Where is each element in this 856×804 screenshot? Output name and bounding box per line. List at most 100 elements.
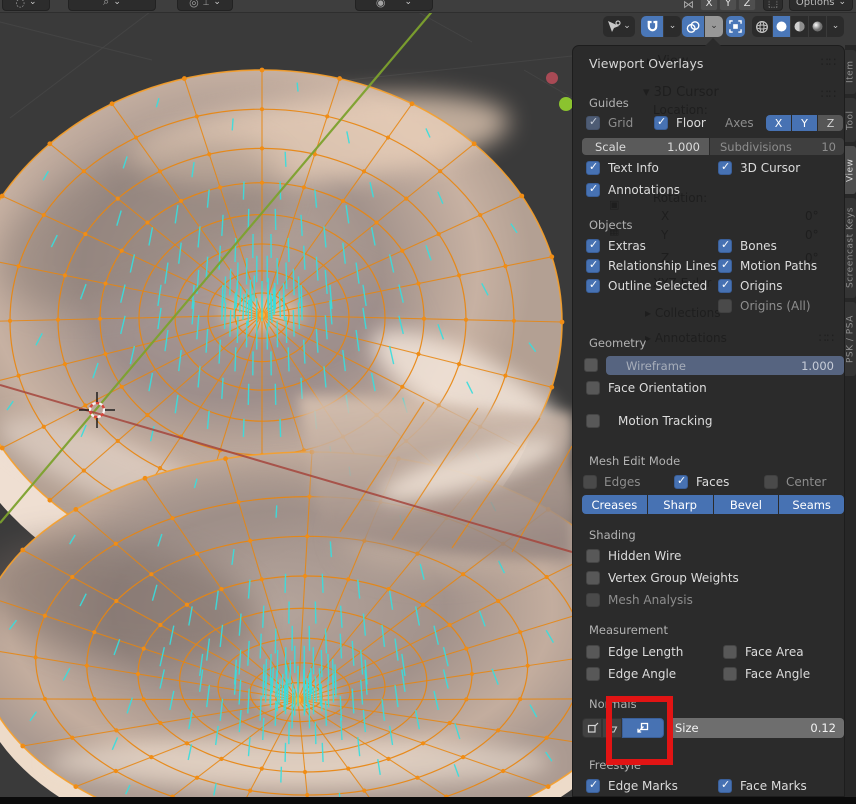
relationship-lines-checkbox[interactable] (586, 259, 600, 273)
solid-shading-button[interactable] (773, 16, 790, 37)
sidebar-tab-strip: Item Tool View Screencast Keys PSK / PSA (845, 45, 856, 797)
floor-checkbox[interactable] (654, 116, 668, 130)
ghost-x-label: X (661, 209, 669, 223)
extras-checkbox[interactable] (586, 239, 600, 253)
extras-label: Extras (608, 239, 646, 254)
ghost-y-label: Y (661, 228, 668, 242)
wireframe-shading-button[interactable] (752, 16, 772, 37)
xray-group (726, 16, 745, 37)
outline-selected-checkbox[interactable] (586, 279, 600, 293)
edge-angle-checkbox[interactable] (586, 667, 600, 681)
chevron-down-icon: ⌄ (405, 0, 413, 7)
bones-checkbox[interactable] (718, 239, 732, 253)
wireframe-slider[interactable]: Wireframe 1.000 (606, 356, 844, 375)
annotations-checkbox[interactable] (586, 183, 600, 197)
transform-pivot-button[interactable]: ◌⌄ (2, 0, 50, 11)
face-marks-checkbox[interactable] (718, 779, 732, 793)
edge-marks-checkbox[interactable] (586, 779, 600, 793)
vertex-group-weights-checkbox[interactable] (586, 571, 600, 585)
origins-checkbox[interactable] (718, 279, 732, 293)
chevron-down-icon: ⌄ (710, 22, 718, 31)
motion-paths-checkbox[interactable] (718, 259, 732, 273)
options-label: Options (796, 0, 835, 8)
wireframe-checkbox[interactable] (584, 358, 598, 372)
faces-checkbox[interactable] (674, 475, 688, 489)
blender-window: ◌⌄ ⌕⌄ ◎⌶⌄ ◉⌒⌄ ⋈ X Y Z ⬚ Options⌄ ⌄ ⌄ ⌄ (0, 0, 856, 804)
options-button[interactable]: Options⌄ (789, 0, 853, 11)
falloff-type-button[interactable]: ◉⌒⌄ (355, 0, 433, 11)
text-info-checkbox[interactable] (586, 161, 600, 175)
bevel-button[interactable]: Bevel (714, 495, 779, 514)
3d-cursor-checkbox[interactable] (718, 161, 732, 175)
annotation-highlight-rectangle (606, 696, 673, 765)
snap-settings-dropdown[interactable]: ⌄ (664, 16, 681, 37)
snap-target-button[interactable]: ⬚ (763, 0, 783, 11)
face-angle-checkbox[interactable] (723, 667, 737, 681)
mirror-z-button[interactable]: Z (738, 0, 756, 11)
tab-screencast-keys[interactable]: Screencast Keys (845, 198, 856, 298)
overlays-dropdown-open[interactable]: ⌄ (705, 16, 723, 37)
section-shading: Shading (589, 528, 636, 543)
section-objects: Objects (589, 218, 632, 233)
annotations-label: Annotations (608, 183, 680, 198)
edit-mode-header: ◌⌄ ⌕⌄ ◎⌶⌄ ◉⌒⌄ ⋈ X Y Z ⬚ Options⌄ (0, 0, 856, 13)
snap-toggle-button[interactable] (641, 16, 663, 37)
grid-label: Grid (608, 116, 633, 131)
rendered-preview-button[interactable] (809, 16, 826, 37)
chevron-down-icon: ⌄ (113, 0, 121, 7)
seams-button[interactable]: Seams (779, 495, 844, 514)
vertex-group-weights-label: Vertex Group Weights (608, 571, 739, 586)
sharp-button[interactable]: Sharp (648, 495, 713, 514)
motion-tracking-checkbox[interactable] (586, 414, 600, 428)
tab-view[interactable]: View (845, 146, 856, 194)
grid-checkbox[interactable] (586, 116, 600, 130)
overlays-icon (686, 20, 700, 34)
tab-psk-psa[interactable]: PSK / PSA (845, 302, 856, 376)
show-gizmo-button[interactable]: ⌄ (603, 16, 635, 37)
snapping-button[interactable]: ⌕⌄ (68, 0, 156, 11)
mesh-analysis-checkbox[interactable] (586, 593, 600, 607)
vertex-normals-button[interactable] (582, 718, 602, 738)
subdivisions-label: Subdivisions (720, 140, 792, 154)
xray-toggle-button[interactable] (726, 16, 745, 37)
mirror-x-button[interactable]: X (700, 0, 718, 11)
shading-group: ⌄ (752, 16, 844, 37)
material-preview-button[interactable] (791, 16, 808, 37)
face-area-checkbox[interactable] (723, 645, 737, 659)
overlays-group: ⌄ (682, 16, 723, 37)
axis-y-toggle[interactable]: Y (792, 115, 817, 131)
origins-label: Origins (740, 279, 783, 294)
face-orientation-label: Face Orientation (608, 381, 707, 396)
tab-item[interactable]: Item (845, 50, 856, 94)
hidden-wire-label: Hidden Wire (608, 549, 681, 564)
edge-length-checkbox[interactable] (586, 645, 600, 659)
creases-button[interactable]: Creases (582, 495, 647, 514)
axis-x-toggle[interactable]: X (766, 115, 791, 131)
floor-label: Floor (676, 116, 706, 131)
center-checkbox[interactable] (764, 475, 778, 489)
overlays-toggle-button[interactable] (682, 16, 704, 37)
mirror-y-button[interactable]: Y (719, 0, 737, 11)
edges-label: Edges (604, 475, 640, 490)
edges-checkbox[interactable] (583, 475, 597, 489)
popover-title: Viewport Overlays (589, 56, 703, 71)
rendered-sphere-icon (811, 20, 824, 33)
axes-label: Axes (725, 116, 754, 131)
axis-z-toggle[interactable]: Z (818, 115, 843, 131)
face-orientation-checkbox[interactable] (586, 381, 600, 395)
bones-label: Bones (740, 239, 777, 254)
sphere-falloff-icon: ◉ (376, 0, 386, 9)
hidden-wire-checkbox[interactable] (586, 549, 600, 563)
grid-subdivisions-field[interactable]: Subdivisions 10 (710, 138, 844, 155)
origins-all-checkbox[interactable] (718, 299, 732, 313)
center-label: Center (786, 475, 826, 490)
tab-tool[interactable]: Tool (845, 98, 856, 142)
grid-scale-slider[interactable]: Scale 1.000 (582, 138, 709, 155)
pivot-icon: ◌ (15, 0, 25, 9)
gizmo-group: ⌄ (603, 16, 635, 37)
shading-dropdown[interactable]: ⌄ (827, 16, 844, 37)
normals-size-slider[interactable]: Size 0.12 (667, 718, 844, 738)
proportional-edit-button[interactable]: ◎⌶⌄ (177, 0, 233, 11)
magnet-icon: ⌕ (103, 0, 109, 9)
ghost-camera-icon: ▣ (609, 198, 619, 212)
